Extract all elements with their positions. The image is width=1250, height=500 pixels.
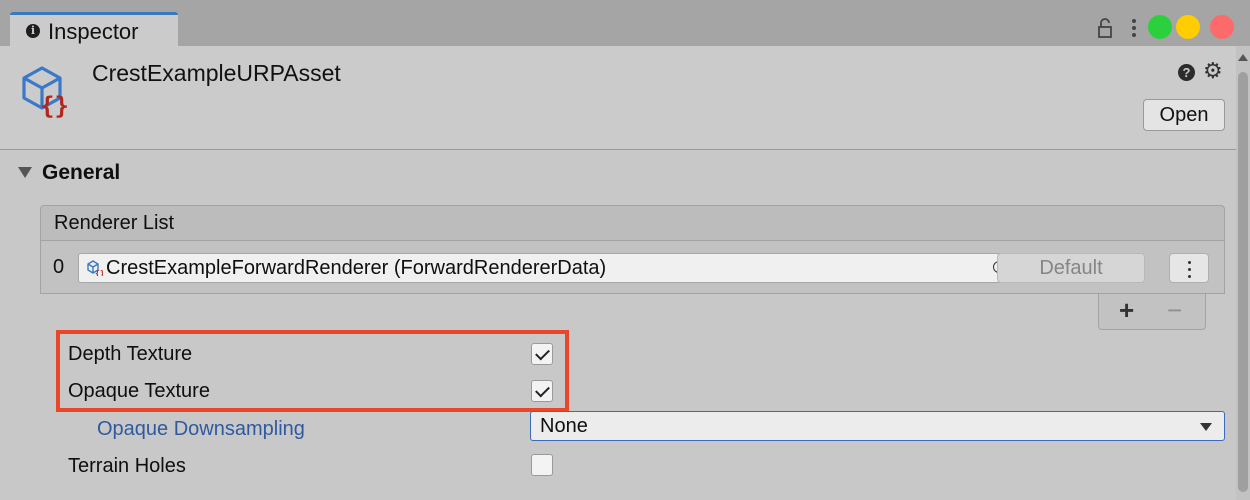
window-tab-bar: i Inspector [0,0,1250,46]
info-icon: i [26,24,40,38]
renderer-list-header: Renderer List [40,205,1225,241]
renderer-object-field[interactable]: {} CrestExampleForwardRenderer (ForwardR… [78,253,1022,283]
scroll-up-arrow-icon[interactable] [1238,54,1248,61]
remove-renderer-button[interactable]: − [1167,296,1182,324]
renderer-list-label: Renderer List [54,212,175,234]
terrain-holes-checkbox[interactable] [531,454,553,476]
section-title-general[interactable]: General [42,161,120,185]
inspector-header: {} CrestExampleURPAsset ? ⚙ Open [0,46,1236,150]
dropdown-arrow-icon [1200,423,1212,431]
depth-texture-label: Depth Texture [68,343,193,365]
opaque-texture-label: Opaque Texture [68,380,210,402]
inspector-content: General Renderer List 0 {} CrestExampleF… [0,150,1236,500]
zoom-window-button[interactable] [1148,15,1172,39]
urp-asset-icon: {} [22,66,69,120]
opaque-downsampling-dropdown[interactable]: None [530,411,1225,441]
opaque-downsampling-label: Opaque Downsampling [97,418,305,440]
tab-inspector-label: Inspector [48,19,139,44]
opaque-downsampling-value: None [540,415,588,437]
opaque-texture-checkbox[interactable] [531,380,553,402]
lock-icon[interactable] [1098,18,1112,38]
minimize-window-button[interactable] [1176,15,1200,39]
close-window-button[interactable] [1210,15,1234,39]
row-options-button[interactable] [1169,253,1209,283]
renderer-list-body: 0 {} CrestExampleForwardRenderer (Forwar… [40,241,1225,294]
svg-text:{}: {} [40,92,69,120]
asset-name: CrestExampleURPAsset [92,60,341,86]
terrain-holes-label: Terrain Holes [68,455,186,477]
add-renderer-button[interactable]: + [1119,296,1134,324]
checkmark-icon [535,345,550,361]
renderer-object-value: CrestExampleForwardRenderer (ForwardRend… [106,257,607,279]
set-default-button[interactable]: Default [997,253,1145,283]
help-icon[interactable]: ? [1178,64,1195,81]
tab-menu-icon[interactable] [1131,16,1137,38]
renderer-data-icon: {} [87,260,103,276]
depth-texture-checkbox[interactable] [531,343,553,365]
svg-text:{}: {} [95,269,103,276]
checkmark-icon [535,382,550,398]
scroll-thumb[interactable] [1238,72,1248,492]
open-button[interactable]: Open [1143,99,1225,131]
renderer-row-index: 0 [53,256,65,278]
gear-icon[interactable]: ⚙ [1203,60,1223,82]
vertical-scrollbar[interactable] [1236,46,1250,500]
tab-inspector[interactable]: i Inspector [10,12,178,46]
section-foldout-arrow-icon[interactable] [18,167,32,178]
list-add-remove-footer: + − [1098,294,1206,330]
